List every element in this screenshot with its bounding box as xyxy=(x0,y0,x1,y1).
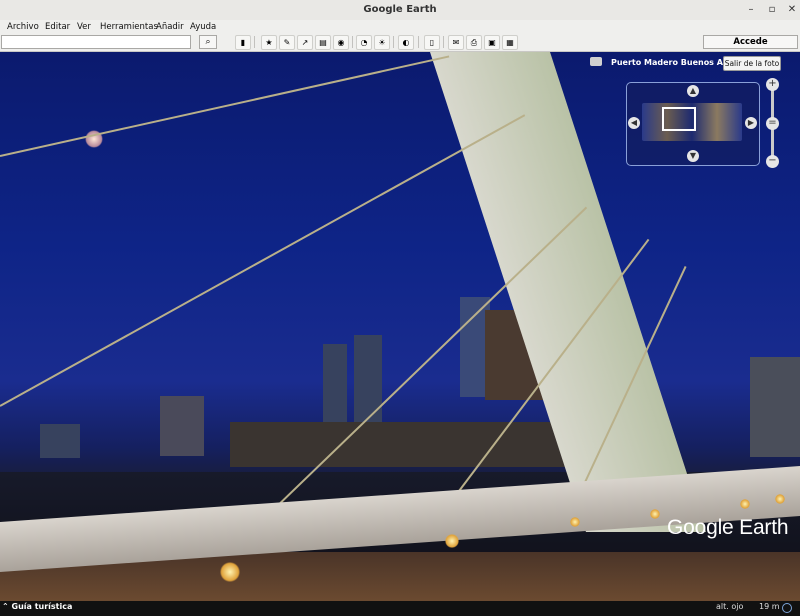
sidebar-toggle-icon[interactable]: ▮ xyxy=(235,35,251,50)
polygon-icon[interactable]: ✎ xyxy=(279,35,295,50)
rail-light xyxy=(445,534,459,548)
menu-anadir[interactable]: Añadir xyxy=(156,22,184,32)
zoom-handle[interactable]: = xyxy=(766,117,779,130)
toolbar-separator xyxy=(443,36,444,48)
rail-light xyxy=(650,509,660,519)
eye-altitude-value: 19 m xyxy=(759,602,780,611)
building xyxy=(40,424,80,458)
email-icon[interactable]: ✉ xyxy=(448,35,464,50)
window-title: Google Earth xyxy=(363,4,437,15)
menu-ver[interactable]: Ver xyxy=(77,22,91,32)
view-frame[interactable] xyxy=(662,107,696,131)
google-earth-logo: Google Earth xyxy=(667,516,789,539)
print-icon[interactable]: ⎙ xyxy=(466,35,482,50)
building xyxy=(323,344,347,424)
building xyxy=(750,357,800,457)
cable xyxy=(0,55,450,157)
path-icon[interactable]: ↗ xyxy=(297,35,313,50)
planets-icon[interactable]: ◐ xyxy=(398,35,414,50)
rail-light xyxy=(570,517,580,527)
exit-photo-button[interactable]: Salir de la foto xyxy=(723,56,781,71)
toolbar-separator xyxy=(254,36,255,48)
overlay-icon[interactable]: ▤ xyxy=(315,35,331,50)
sun-icon[interactable]: ☀ xyxy=(374,35,390,50)
zoom-out-icon[interactable]: − xyxy=(766,155,779,168)
minimize-icon[interactable]: – xyxy=(744,3,758,17)
toolbar: ⌕ ▮ ★ ✎ ↗ ▤ ◉ ◔ ☀ ◐ ▯ ✉ ⎙ ▣ ▦ Accede xyxy=(0,34,800,52)
arrow-up-icon[interactable]: ▲ xyxy=(687,85,699,97)
menu-ayuda[interactable]: Ayuda xyxy=(190,22,216,32)
ruler-icon[interactable]: ▯ xyxy=(424,35,440,50)
rail-light xyxy=(220,562,240,582)
toolbar-separator xyxy=(352,36,353,48)
historical-imagery-icon[interactable]: ◔ xyxy=(356,35,372,50)
zoom-slider[interactable]: + = − xyxy=(766,78,779,168)
menu-herramientas[interactable]: Herramientas xyxy=(100,22,158,32)
tour-guide-label: Guía turística xyxy=(11,602,73,611)
camera-icon xyxy=(590,57,602,66)
placemark-icon[interactable]: ★ xyxy=(261,35,277,50)
maximize-icon[interactable]: ▫ xyxy=(765,3,779,17)
accede-button[interactable]: Accede xyxy=(703,35,798,49)
status-bar xyxy=(0,601,800,616)
title-bar: Google Earth – ▫ ✕ xyxy=(0,0,800,21)
search-input[interactable] xyxy=(1,35,191,49)
building xyxy=(160,396,204,456)
zoom-in-icon[interactable]: + xyxy=(766,78,779,91)
menu-bar: Archivo Editar Ver Herramientas Añadir A… xyxy=(0,20,800,34)
arrow-right-icon[interactable]: ▶ xyxy=(745,117,757,129)
eye-altitude-label: alt. ojo xyxy=(716,602,744,611)
save-image-icon[interactable]: ▣ xyxy=(484,35,500,50)
building xyxy=(354,335,382,425)
search-icon[interactable]: ⌕ xyxy=(199,35,217,49)
maps-icon[interactable]: ▦ xyxy=(502,35,518,50)
loading-indicator-icon xyxy=(782,603,792,613)
rail-light xyxy=(775,494,785,504)
close-icon[interactable]: ✕ xyxy=(785,3,799,17)
tour-guide-button[interactable]: ⌃ Guía turística xyxy=(2,602,72,611)
record-tour-icon[interactable]: ◉ xyxy=(333,35,349,50)
photo-location-label: Puerto Madero Buenos Aires xyxy=(611,58,740,67)
menu-archivo[interactable]: Archivo xyxy=(7,22,39,32)
toolbar-separator xyxy=(418,36,419,48)
toolbar-separator xyxy=(393,36,394,48)
panorama-navigator[interactable]: ▲ ▼ ◀ ▶ xyxy=(626,82,760,166)
arrow-left-icon[interactable]: ◀ xyxy=(628,117,640,129)
cable xyxy=(0,114,526,407)
menu-editar[interactable]: Editar xyxy=(45,22,70,32)
rail-light xyxy=(740,499,750,509)
arrow-down-icon[interactable]: ▼ xyxy=(687,150,699,162)
